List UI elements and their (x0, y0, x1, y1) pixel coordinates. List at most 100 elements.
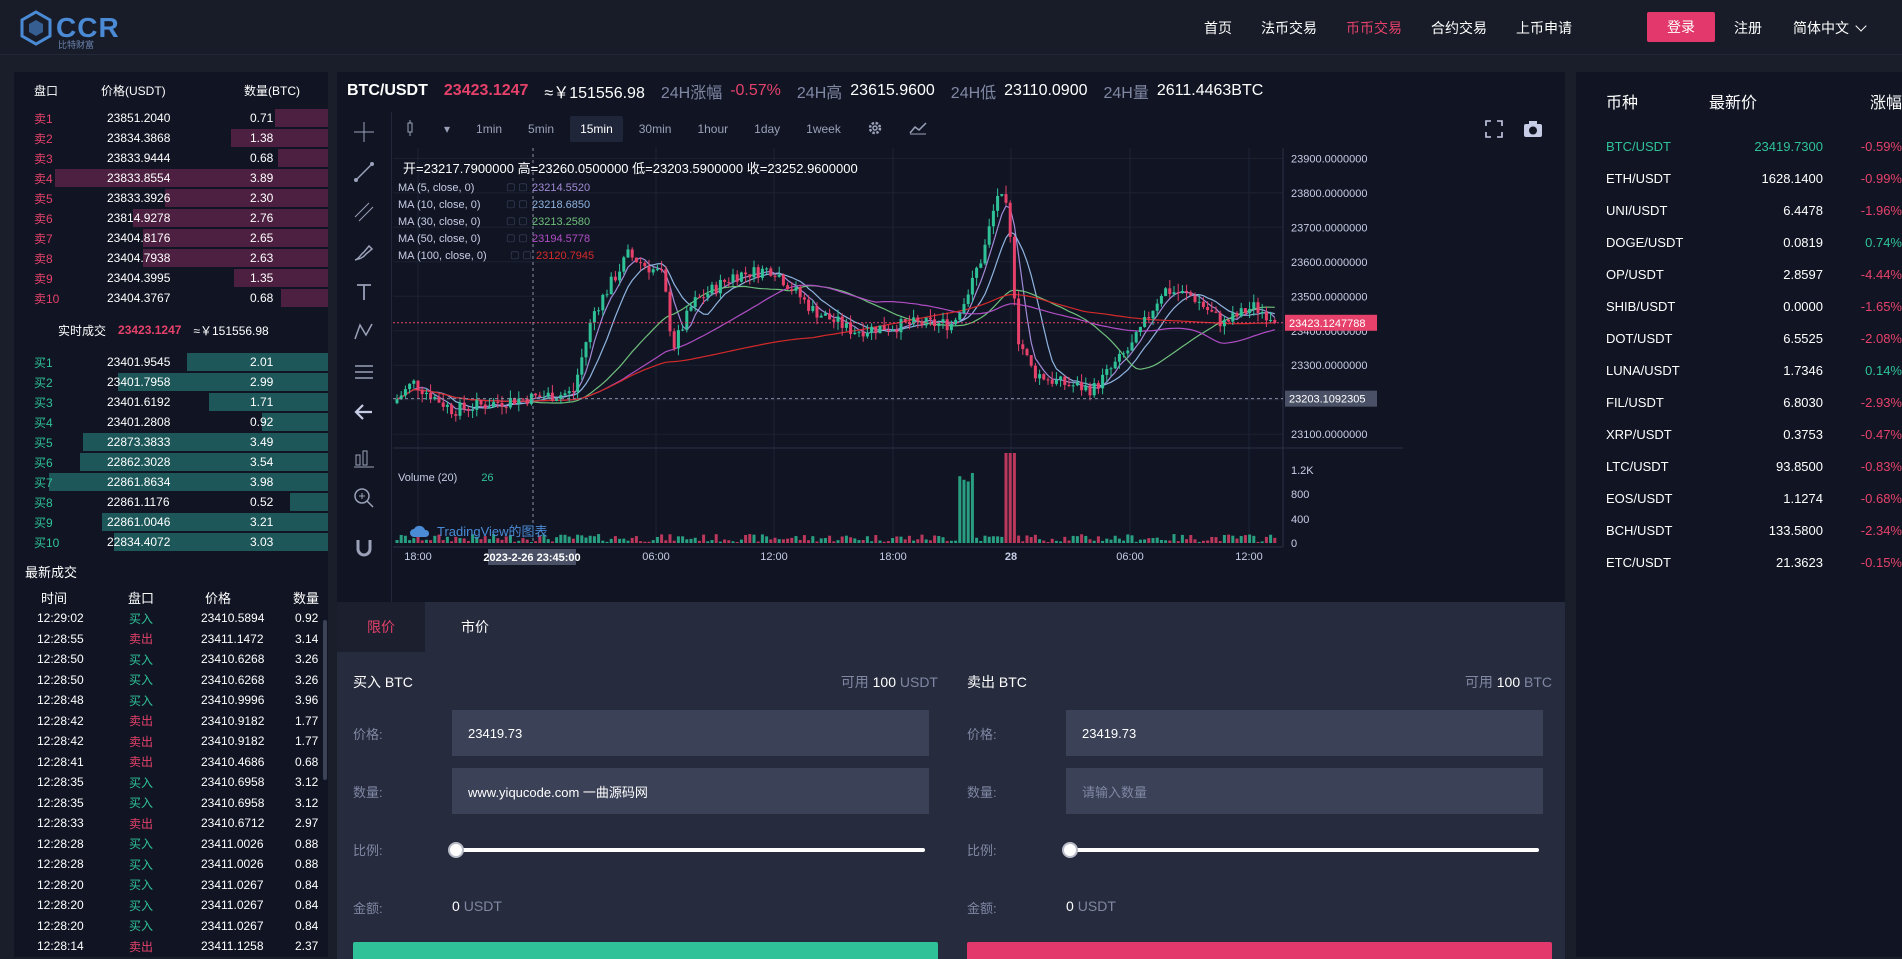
crosshair-icon[interactable] (337, 112, 391, 152)
nav-contract-trade[interactable]: 合约交易 (1431, 18, 1487, 38)
settings-gear-icon[interactable] (857, 114, 893, 145)
bid-qty: 1.71 (250, 395, 274, 409)
timeframe-1day[interactable]: 1day (744, 116, 790, 142)
sell-ratio-slider-thumb[interactable] (1062, 842, 1078, 858)
market-row[interactable]: ETC/USDT 21.3623 -0.15% (1576, 546, 1902, 578)
ma-toggle-icons[interactable]: ▢ ▢ (510, 250, 536, 261)
market-row[interactable]: LTC/USDT 93.8500 -0.83% (1576, 450, 1902, 482)
sell-ratio-slider[interactable] (1069, 848, 1539, 852)
bid-row[interactable]: 买4 23401.2808 0.92 (14, 412, 328, 432)
market-row[interactable]: OP/USDT 2.8597 -4.44% (1576, 258, 1902, 290)
market-row[interactable]: BCH/USDT 133.5800 -2.34% (1576, 514, 1902, 546)
ask-row[interactable]: 卖9 23404.3995 1.35 (14, 268, 328, 288)
buy-qty-input[interactable]: www.yiqucode.com 一曲源码网 (452, 768, 929, 814)
bid-row[interactable]: 买3 23401.6192 1.71 (14, 392, 328, 412)
candle-type-icon[interactable] (392, 114, 428, 145)
trade-row: 12:28:20 买入 23411.0267 0.84 (14, 875, 328, 896)
market-row[interactable]: BTC/USDT 23419.7300 -0.59% (1576, 130, 1902, 162)
timeframe-1min[interactable]: 1min (466, 116, 512, 142)
ask-row[interactable]: 卖4 23833.8554 3.89 (14, 168, 328, 188)
login-button[interactable]: 登录 (1647, 12, 1715, 42)
bid-row[interactable]: 买2 23401.7958 2.99 (14, 372, 328, 392)
market-row[interactable]: LUNA/USDT 1.7346 0.14% (1576, 354, 1902, 386)
indicators-icon[interactable] (899, 115, 937, 144)
zoom-in-icon[interactable] (337, 478, 391, 518)
bid-row[interactable]: 买7 22861.8634 3.98 (14, 472, 328, 492)
nav-listing-apply[interactable]: 上币申请 (1516, 18, 1572, 38)
volume-bar (718, 541, 722, 543)
ma-toggle-icons[interactable]: ▢ ▢ (506, 233, 532, 244)
ma-toggle-icons[interactable]: ▢ ▢ (506, 182, 532, 193)
candle-body (647, 266, 651, 273)
timeframe-15min[interactable]: 15min (570, 116, 623, 142)
buy-ratio-slider[interactable] (455, 848, 925, 852)
ma-toggle-icons[interactable]: ▢ ▢ (506, 199, 532, 210)
fullscreen-icon[interactable] (1485, 120, 1503, 141)
bid-row[interactable]: 买6 22862.3028 3.54 (14, 452, 328, 472)
sell-price-input[interactable]: 23419.73 (1066, 710, 1543, 756)
back-arrow-icon[interactable] (337, 392, 391, 432)
pattern-tool-icon[interactable] (337, 312, 391, 352)
sell-submit-button[interactable] (967, 942, 1552, 959)
ask-row[interactable]: 卖10 23404.3767 0.68 (14, 288, 328, 308)
ma-toggle-icons[interactable]: ▢ ▢ (506, 216, 532, 227)
trade-side: 买入 (129, 919, 154, 934)
fib-tool-icon[interactable] (337, 192, 391, 232)
ask-row[interactable]: 卖3 23833.9444 0.68 (14, 148, 328, 168)
timeframe-5min[interactable]: 5min (518, 116, 564, 142)
market-row[interactable]: DOT/USDT 6.5525 -2.08% (1576, 322, 1902, 354)
bid-row[interactable]: 买1 23401.9545 2.01 (14, 352, 328, 372)
language-selector[interactable]: 简体中文 (1793, 18, 1867, 38)
ask-row[interactable]: 卖2 23834.3868 1.38 (14, 128, 328, 148)
timeframe-1week[interactable]: 1week (796, 116, 851, 142)
candle-body (1264, 311, 1268, 321)
nav-spot-trade[interactable]: 币币交易 (1346, 18, 1402, 38)
bid-row[interactable]: 买5 22873.3833 3.49 (14, 432, 328, 452)
sell-qty-input[interactable]: 请输入数量 (1066, 768, 1543, 814)
ask-row[interactable]: 卖7 23404.8176 2.65 (14, 228, 328, 248)
buy-ratio-slider-thumb[interactable] (448, 842, 464, 858)
bid-row[interactable]: 买8 22861.1176 0.52 (14, 492, 328, 512)
ask-row[interactable]: 卖8 23404.7938 2.63 (14, 248, 328, 268)
timeframe-1hour[interactable]: 1hour (687, 116, 738, 142)
camera-icon[interactable] (1523, 120, 1543, 141)
market-row[interactable]: UNI/USDT 6.4478 -1.96% (1576, 194, 1902, 226)
tab-market-order[interactable]: 市价 (425, 602, 525, 652)
market-row[interactable]: SHIB/USDT 0.0000 -1.65% (1576, 290, 1902, 322)
trade-side: 买入 (129, 652, 154, 667)
bid-row[interactable]: 买10 22834.4072 3.03 (14, 532, 328, 552)
ask-qty: 2.76 (250, 211, 274, 225)
nav-fiat-trade[interactable]: 法币交易 (1261, 18, 1317, 38)
volume-bar (697, 540, 701, 543)
market-pair: BTC/USDT (1606, 138, 1671, 154)
candlestick-chart[interactable]: 23900.0000000 23800.0000000 23700.0000000 2… (393, 148, 1565, 602)
candle-body (466, 408, 470, 411)
measure-tool-icon[interactable] (337, 352, 391, 392)
buy-submit-button[interactable] (353, 942, 938, 959)
ask-row[interactable]: 卖1 23851.2040 0.71 (14, 108, 328, 128)
ticker-symbol: BTC/USDT (347, 82, 428, 99)
nav-home[interactable]: 首页 (1204, 18, 1232, 38)
trade-row: 12:28:50 买入 23410.6268 3.26 (14, 649, 328, 670)
timeframe-30min[interactable]: 30min (629, 116, 682, 142)
recent-trades-header: 时间 盘口 价格 数量 (14, 586, 328, 608)
chevron-down-icon[interactable]: ▾ (434, 116, 460, 142)
bid-row[interactable]: 买9 22861.0046 3.21 (14, 512, 328, 532)
logo[interactable]: CCR 比特财富 (18, 10, 120, 50)
market-row[interactable]: DOGE/USDT 0.0819 0.74% (1576, 226, 1902, 258)
tab-limit-order[interactable]: 限价 (337, 602, 425, 652)
trades-scrollbar[interactable] (323, 620, 327, 780)
market-row[interactable]: FIL/USDT 6.8030 -2.93% (1576, 386, 1902, 418)
ask-row[interactable]: 卖6 23814.9278 2.76 (14, 208, 328, 228)
register-link[interactable]: 注册 (1734, 18, 1762, 38)
ask-row[interactable]: 卖5 23833.3926 2.30 (14, 188, 328, 208)
text-tool-icon[interactable] (337, 272, 391, 312)
trend-line-icon[interactable] (337, 152, 391, 192)
market-row[interactable]: EOS/USDT 1.1274 -0.68% (1576, 482, 1902, 514)
magnet-icon[interactable] (337, 528, 391, 568)
market-row[interactable]: ETH/USDT 1628.1400 -0.99% (1576, 162, 1902, 194)
favorites-chart-icon[interactable] (337, 438, 391, 478)
brush-icon[interactable] (337, 232, 391, 272)
market-row[interactable]: XRP/USDT 0.3753 -0.47% (1576, 418, 1902, 450)
buy-price-input[interactable]: 23419.73 (452, 710, 929, 756)
